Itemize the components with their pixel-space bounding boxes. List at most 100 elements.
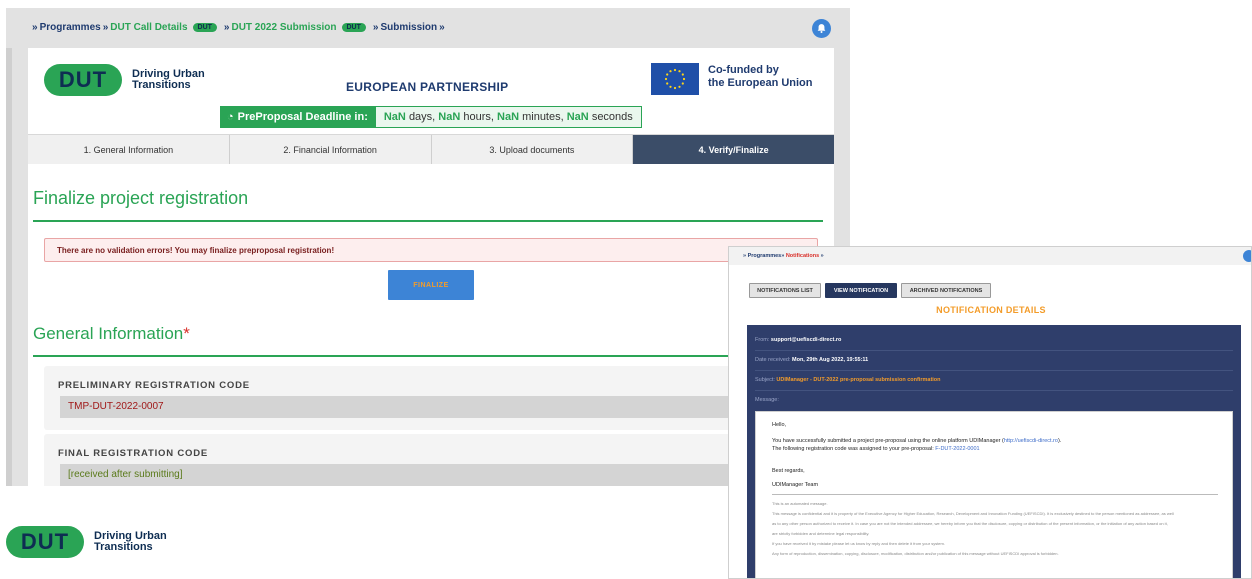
notification-breadcrumb: » Programmes» Notifications » [743, 253, 824, 259]
cofunded-text: Co-funded by the European Union [708, 64, 813, 90]
message-line-2-text: The following registration code was assi… [772, 446, 934, 452]
heading-divider [33, 220, 823, 222]
step-tabs: 1. General Information 2. Financial Info… [28, 134, 834, 164]
tab-upload-documents[interactable]: 3. Upload documents [432, 135, 634, 164]
breadcrumb-programmes[interactable]: Programmes [40, 22, 101, 33]
dut-logo-line2: Transitions [132, 79, 191, 91]
platform-link[interactable]: http://uefiscdi-direct.ro [1004, 438, 1058, 444]
dut-logo-text: Driving Urban Transitions [132, 69, 205, 91]
dut-badge: DUT [192, 23, 217, 32]
breadcrumb: » Programmes » DUT Call Details DUT » DU… [30, 22, 447, 33]
screenshot-canvas: » Programmes » DUT Call Details DUT » DU… [0, 0, 1252, 579]
disclaimer-line-5: Any form of reproduction, dissemination,… [772, 551, 1059, 556]
from-value: support@uefiscdi-direct.ro [770, 337, 842, 343]
message-regards: Best regards, [772, 468, 805, 474]
date-value: Mon, 29th Aug 2022, 19:55:11 [792, 357, 869, 363]
seconds-value: NaN [566, 111, 589, 123]
breadcrumb-programmes[interactable]: Programmes [748, 253, 782, 259]
disclaimer-line-4: If you have received it by mistake pleas… [772, 541, 945, 546]
clock-icon: ◔ [227, 111, 234, 123]
breadcrumb-separator: » [372, 22, 379, 33]
hours-value: NaN [438, 111, 461, 123]
seconds-unit: seconds [591, 111, 633, 123]
breadcrumb-2022-submission[interactable]: DUT 2022 Submission [231, 22, 336, 33]
dut-badge: DUT [341, 23, 366, 32]
tab-verify-finalize[interactable]: 4. Verify/Finalize [633, 135, 834, 164]
message-divider [772, 494, 1218, 495]
finalize-button[interactable]: FINALIZE [388, 270, 474, 300]
cofunded-line2: the European Union [708, 77, 813, 90]
main-window: » Programmes » DUT Call Details DUT » DU… [6, 8, 850, 486]
tab-general-information[interactable]: 1. General Information [28, 135, 230, 164]
final-code-card: FINAL REGISTRATION CODE [received after … [44, 434, 834, 486]
tab-view-notification[interactable]: VIEW NOTIFICATION [825, 283, 897, 298]
message-label: Message: [755, 397, 779, 403]
disclaimer-line-3: are strictly forbidden and determine leg… [772, 531, 870, 536]
required-marker: * [183, 324, 190, 343]
notification-window: » Programmes» Notifications » NOTIFICATI… [728, 246, 1252, 579]
notification-details-panel: From: support@uefiscdi-direct.ro Date re… [747, 325, 1241, 578]
minutes-unit: minutes, [522, 111, 564, 123]
header-banner: DUT Driving Urban Transitions EUROPEAN P… [28, 48, 834, 134]
preliminary-code-value: TMP-DUT-2022-0007 [60, 396, 740, 418]
final-code-value: [received after submitting] [60, 464, 740, 486]
footer-dut-logo: DUT Driving Urban Transitions [6, 526, 167, 558]
tab-financial-information[interactable]: 2. Financial Information [230, 135, 432, 164]
days-value: NaN [383, 111, 406, 123]
left-scroll-strip [6, 48, 12, 486]
breadcrumb-separator: » [820, 253, 824, 259]
notification-bell-icon[interactable] [1243, 250, 1251, 262]
message-greeting: Hello, [772, 422, 787, 428]
automated-note: This is an automated message. [772, 501, 828, 506]
notifications-bell-button[interactable] [812, 19, 831, 38]
registration-code: F-DUT-2022-0001 [935, 446, 980, 452]
message-line-2: The following registration code was assi… [772, 446, 980, 452]
date-label: Date received: [755, 357, 791, 363]
dut-logo-mark: DUT [6, 526, 84, 558]
hours-unit: hours, [463, 111, 494, 123]
message-body: Hello, You have successfully submitted a… [755, 411, 1233, 578]
breadcrumb-separator: » [439, 22, 445, 33]
breadcrumb-separator: » [32, 22, 38, 33]
days-unit: days, [408, 111, 436, 123]
notification-details-title: NOTIFICATION DETAILS [936, 305, 1046, 315]
finalize-heading: Finalize project registration [33, 188, 249, 208]
subject-row: Subject: UDIManager - DUT-2022 pre-propo… [755, 371, 1233, 391]
from-row: From: support@uefiscdi-direct.ro [755, 331, 1233, 351]
breadcrumb-separator: » [781, 253, 785, 259]
tab-notifications-list[interactable]: NOTIFICATIONS LIST [749, 283, 821, 298]
breadcrumb-separator: » [223, 22, 230, 33]
tab-archived-notifications[interactable]: ARCHIVED NOTIFICATIONS [901, 283, 991, 298]
final-code-label: FINAL REGISTRATION CODE [58, 448, 208, 459]
bell-icon [817, 24, 826, 33]
breadcrumb-notifications[interactable]: Notifications [786, 253, 819, 259]
deadline-label: PreProposal Deadline in: [237, 111, 368, 123]
preliminary-code-label: PRELIMINARY REGISTRATION CODE [58, 380, 250, 391]
minutes-value: NaN [497, 111, 520, 123]
breadcrumb-call-details[interactable]: DUT Call Details [110, 22, 187, 33]
validation-alert: There are no validation errors! You may … [44, 238, 818, 262]
breadcrumb-separator: » [743, 253, 747, 259]
disclaimer-line-1: This message is confidential and it is p… [772, 511, 1174, 516]
dut-logo: DUT Driving Urban Transitions [44, 64, 205, 96]
dut-logo-text: Driving Urban Transitions [94, 531, 167, 553]
date-row: Date received: Mon, 29th Aug 2022, 19:55… [755, 351, 1233, 371]
general-information-title: General Information [33, 324, 184, 343]
message-line-1-text: You have successfully submitted a projec… [772, 438, 1004, 444]
message-line-1-end: ). [1057, 438, 1062, 444]
main-content: DUT Driving Urban Transitions EUROPEAN P… [28, 48, 834, 486]
message-row: Message: [755, 391, 1233, 411]
deadline-label-box: ◔ PreProposal Deadline in: [221, 107, 376, 127]
breadcrumb-separator: » [102, 22, 109, 33]
general-information-heading: General Information* [33, 324, 190, 344]
disclaimer-line-2: as to any other person authorized to rec… [772, 521, 1168, 526]
cofunded-line1: Co-funded by [708, 64, 779, 76]
deadline-value: NaN days, NaN hours, NaN minutes, NaN se… [375, 107, 641, 127]
subject-label: Subject: [755, 377, 775, 383]
dut-logo-line2: Transitions [94, 541, 153, 553]
dut-logo-mark: DUT [44, 64, 122, 96]
section-divider [33, 355, 823, 357]
message-team: UDIManager Team [772, 482, 819, 488]
deadline-countdown: ◔ PreProposal Deadline in: NaN days, NaN… [220, 106, 642, 128]
subject-value: UDIManager - DUT-2022 pre-proposal submi… [776, 377, 941, 383]
